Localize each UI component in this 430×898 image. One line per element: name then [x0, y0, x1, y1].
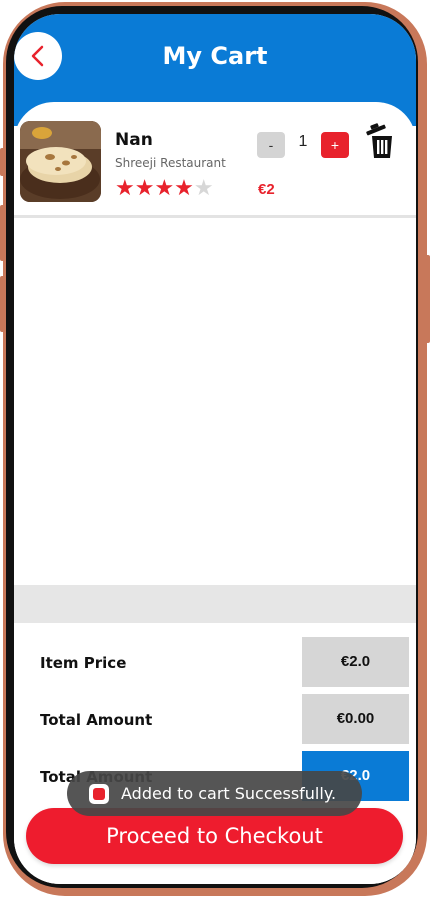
- total-amount-label: Total Amount: [40, 711, 153, 729]
- item-price-label: Item Price: [40, 654, 127, 672]
- item-price-value: €2.0: [302, 637, 409, 687]
- toast-message: Added to cart Successfully.: [121, 784, 337, 803]
- cart-content: Nan Shreeji Restaurant ★★★★★ - 1 + €2 It…: [14, 102, 416, 884]
- toast-notification: Added to cart Successfully.: [67, 771, 362, 816]
- star-empty-icon: ★: [193, 175, 214, 200]
- naan-bread-photo: [20, 121, 101, 202]
- item-price: €2: [258, 181, 275, 198]
- star-rating: ★★★★★: [115, 176, 214, 200]
- summary-divider: [14, 585, 416, 623]
- trash-icon: [366, 123, 392, 158]
- restaurant-name: Shreeji Restaurant: [115, 156, 226, 170]
- quantity-value: 1: [298, 133, 308, 150]
- item-name: Nan: [115, 130, 153, 150]
- power-button: [424, 255, 430, 343]
- increase-quantity-button[interactable]: +: [321, 132, 349, 158]
- cart-item: Nan Shreeji Restaurant ★★★★★ - 1 + €2: [14, 110, 416, 218]
- total-amount-value: €0.00: [302, 694, 409, 744]
- delete-item-button[interactable]: [364, 122, 396, 160]
- app-screen: My Cart Nan Shreeji Restaurant ★★★★★ - 1…: [14, 14, 416, 884]
- decrease-quantity-button[interactable]: -: [257, 132, 285, 158]
- app-icon: [89, 783, 109, 804]
- proceed-to-checkout-button[interactable]: Proceed to Checkout: [26, 808, 403, 864]
- star-filled-icon: ★★★★: [115, 175, 194, 200]
- page-title: My Cart: [162, 42, 268, 70]
